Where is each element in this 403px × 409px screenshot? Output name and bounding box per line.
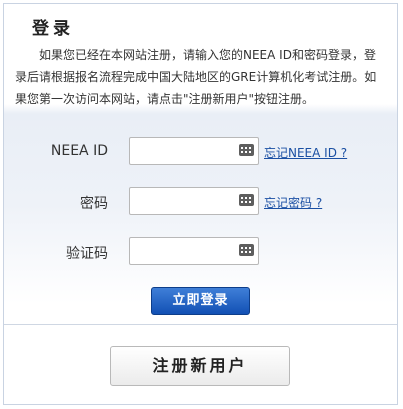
forgot-password-link[interactable]: 忘记密码 ? bbox=[264, 194, 322, 211]
login-button[interactable]: 立即登录 bbox=[151, 287, 250, 315]
keyboard-icon[interactable] bbox=[239, 144, 254, 156]
password-label: 密码 bbox=[80, 196, 108, 212]
keyboard-icon[interactable] bbox=[239, 194, 254, 206]
captcha-field[interactable] bbox=[129, 237, 259, 265]
neea-id-field[interactable] bbox=[129, 137, 259, 165]
password-field[interactable] bbox=[129, 187, 259, 215]
forgot-neea-id-link[interactable]: 忘记NEEA ID ? bbox=[264, 144, 347, 161]
divider bbox=[4, 324, 397, 325]
login-panel: 登录 如果您已经在本网站注册，请输入您的NEEA ID和密码登录，登录后请根据报… bbox=[3, 3, 398, 405]
password-input[interactable] bbox=[130, 188, 242, 214]
register-button[interactable]: 注册新用户 bbox=[110, 346, 290, 386]
login-instructions: 如果您已经在本网站注册，请输入您的NEEA ID和密码登录，登录后请根据报名流程… bbox=[15, 48, 377, 106]
login-title: 登录 bbox=[32, 19, 74, 39]
captcha-label: 验证码 bbox=[66, 246, 108, 262]
neea-id-label: NEEA ID bbox=[50, 143, 108, 159]
captcha-input[interactable] bbox=[130, 238, 242, 264]
keyboard-icon[interactable] bbox=[239, 244, 254, 256]
neea-id-input[interactable] bbox=[130, 138, 242, 164]
